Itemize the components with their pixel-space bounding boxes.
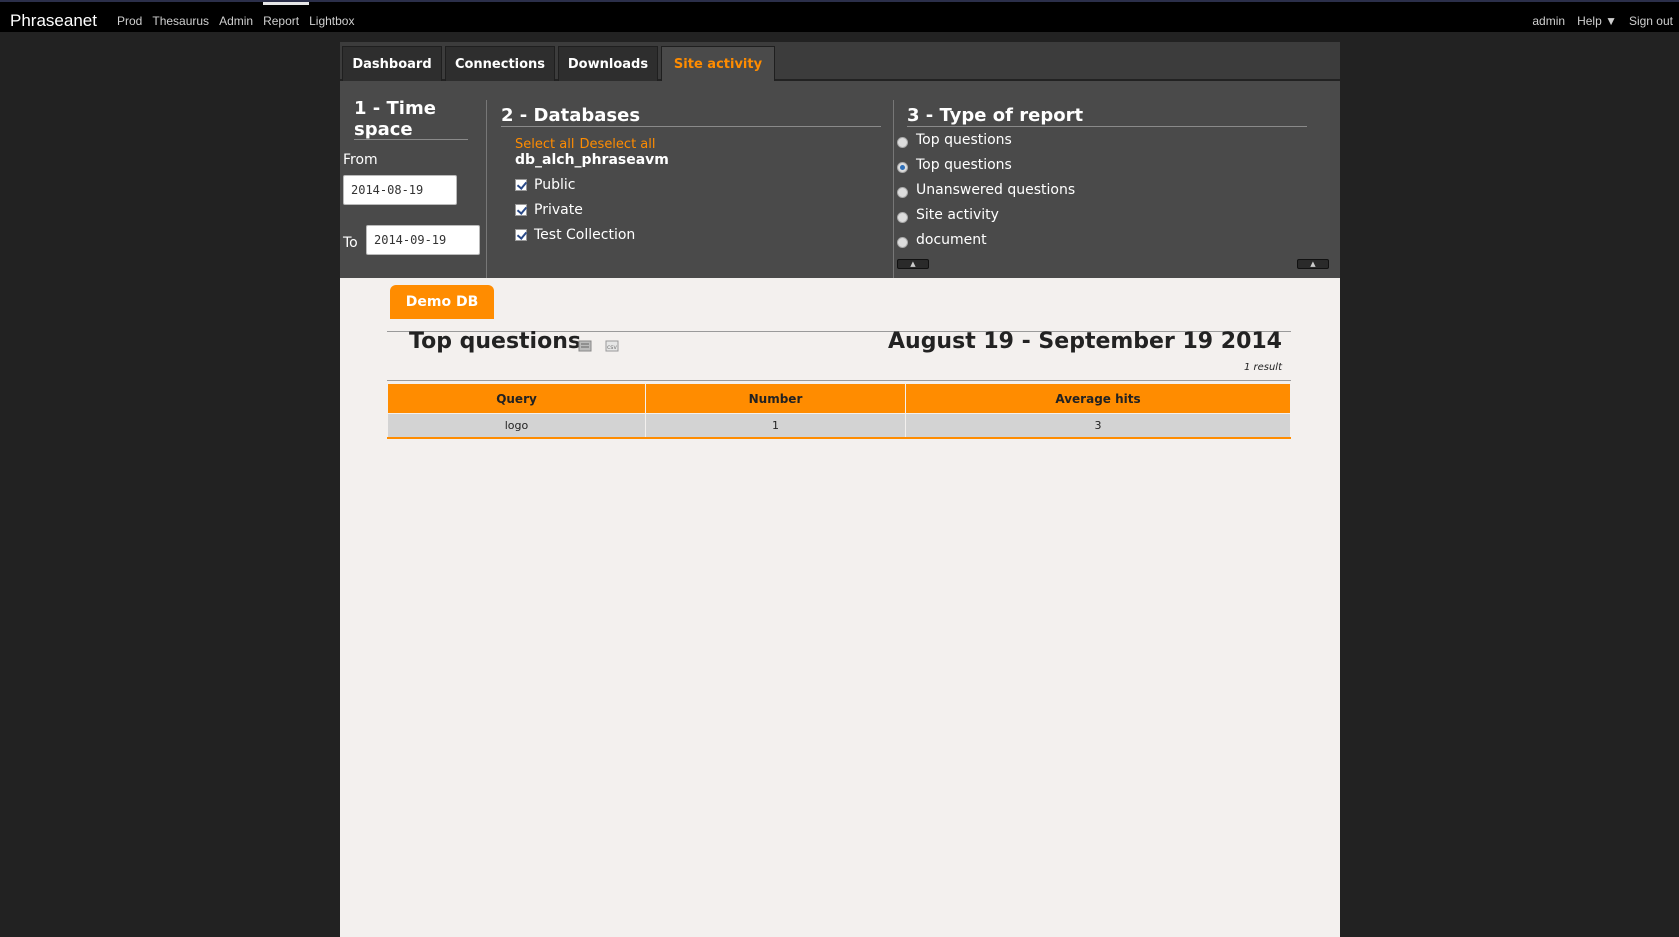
report-option-top-questions-selected[interactable]: Top questions <box>897 157 1012 173</box>
report-panel: Dashboard Connections Downloads Site act… <box>340 42 1340 937</box>
collection-label: Test Collection <box>534 227 636 243</box>
menu-report[interactable]: Report <box>263 14 299 28</box>
table-header-row: Query Number Average hits <box>387 383 1291 414</box>
report-type-title: 3 - Type of report <box>907 105 1084 126</box>
divider <box>387 380 1291 381</box>
user-menu: admin Help ▼ Sign out <box>1532 14 1673 28</box>
collection-public[interactable]: Public <box>515 177 575 193</box>
collection-test[interactable]: Test Collection <box>515 227 635 243</box>
column-header-average-hits[interactable]: Average hits <box>905 383 1291 414</box>
table-row: logo 1 3 <box>387 413 1291 438</box>
radio-button[interactable] <box>897 187 908 198</box>
report-date-range: August 19 - September 19 2014 <box>888 329 1282 354</box>
menu-thesaurus[interactable]: Thesaurus <box>152 14 209 28</box>
tab-connections[interactable]: Connections <box>445 46 555 81</box>
option-label: document <box>916 232 987 248</box>
deselect-all-link[interactable]: Deselect all <box>580 137 656 152</box>
from-label: From <box>343 152 378 168</box>
report-option-unanswered[interactable]: Unanswered questions <box>897 182 1075 198</box>
cell-query: logo <box>387 413 646 438</box>
cell-number: 1 <box>645 413 906 438</box>
help-menu[interactable]: Help ▼ <box>1577 14 1617 28</box>
report-controls: Dashboard Connections Downloads Site act… <box>340 42 1340 278</box>
report-option-site-activity[interactable]: Site activity <box>897 207 999 223</box>
checkbox[interactable] <box>515 229 527 241</box>
radio-button[interactable] <box>897 162 908 173</box>
database-name: db_alch_phraseavm <box>515 152 669 168</box>
report-option-document[interactable]: document <box>897 232 987 248</box>
tab-dashboard[interactable]: Dashboard <box>342 46 442 81</box>
collection-label: Private <box>534 202 583 218</box>
from-date-input[interactable]: 2014-08-19 <box>343 175 457 205</box>
to-label: To <box>343 235 358 251</box>
print-icon[interactable] <box>578 339 592 353</box>
column-header-number[interactable]: Number <box>645 383 906 414</box>
result-count: 1 result <box>1243 362 1282 373</box>
report-table: Query Number Average hits logo 1 3 <box>387 383 1291 439</box>
user-link[interactable]: admin <box>1532 14 1565 28</box>
svg-text:csv: csv <box>607 344 617 351</box>
option-label: Unanswered questions <box>916 182 1076 198</box>
collection-private[interactable]: Private <box>515 202 583 218</box>
radio-button[interactable] <box>897 237 908 248</box>
collection-label: Public <box>534 177 576 193</box>
divider <box>354 139 468 140</box>
report-tabs: Dashboard Connections Downloads Site act… <box>340 42 1340 81</box>
cell-average-hits: 3 <box>905 413 1291 438</box>
top-navigation-bar: Phraseanet Prod Thesaurus Admin Report L… <box>0 0 1679 32</box>
time-space-title: 1 - Time space <box>354 98 436 140</box>
database-tab[interactable]: Demo DB <box>390 285 494 319</box>
databases-title: 2 - Databases <box>501 105 641 126</box>
checkbox[interactable] <box>515 179 527 191</box>
option-label: Top questions <box>916 157 1012 173</box>
report-option-top-questions[interactable]: Top questions <box>897 132 1012 148</box>
section-separator <box>486 100 487 278</box>
option-label: Top questions <box>916 132 1012 148</box>
select-all-link[interactable]: Select all <box>515 137 574 152</box>
divider <box>501 126 881 127</box>
column-header-query[interactable]: Query <box>387 383 646 414</box>
tab-downloads[interactable]: Downloads <box>558 46 658 81</box>
signout-link[interactable]: Sign out <box>1629 14 1673 28</box>
collapse-up-icon[interactable]: ▲ <box>1297 259 1329 269</box>
radio-button[interactable] <box>897 212 908 223</box>
menu-prod[interactable]: Prod <box>117 14 142 28</box>
to-date-input[interactable]: 2014-09-19 <box>366 225 480 255</box>
option-label: Site activity <box>916 207 999 223</box>
radio-button[interactable] <box>897 137 908 148</box>
active-menu-indicator <box>263 2 309 5</box>
report-title: Top questions <box>409 329 581 354</box>
menu-admin[interactable]: Admin <box>219 14 253 28</box>
app-logo[interactable]: Phraseanet <box>10 11 97 31</box>
divider <box>907 126 1307 127</box>
main-menu: Prod Thesaurus Admin Report Lightbox <box>117 14 354 28</box>
collapse-up-icon[interactable]: ▲ <box>897 259 929 269</box>
section-separator <box>893 100 894 278</box>
export-csv-icon[interactable]: csv <box>605 339 619 353</box>
db-select-links: Select all Deselect all <box>515 133 656 152</box>
tab-site-activity[interactable]: Site activity <box>661 46 775 81</box>
checkbox[interactable] <box>515 204 527 216</box>
menu-lightbox[interactable]: Lightbox <box>309 14 354 28</box>
